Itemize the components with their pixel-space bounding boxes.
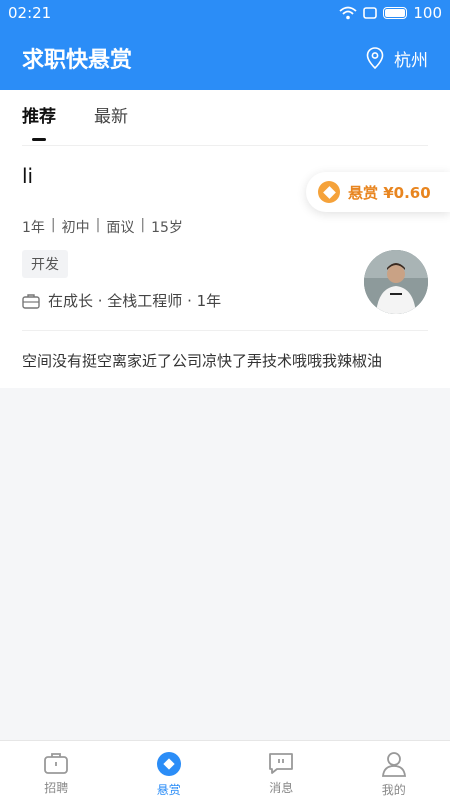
city-label: 杭州 bbox=[394, 50, 428, 71]
card-divider bbox=[22, 330, 428, 331]
job-feed: 推荐 最新 li 悬赏 ¥0.60 1年 | 初中 | 面议 | 15岁 开发 … bbox=[0, 90, 450, 388]
bounty-badge[interactable]: 悬赏 ¥0.60 bbox=[306, 172, 450, 212]
avatar-image bbox=[364, 250, 428, 314]
nav-label-recruit: 招聘 bbox=[44, 781, 69, 795]
tab-latest[interactable]: 最新 bbox=[94, 102, 128, 141]
work-experience-text: 在成长 · 全栈工程师 · 1年 bbox=[48, 292, 222, 310]
wifi-icon bbox=[339, 6, 357, 20]
job-description: 空间没有挺空离家近了公司凉快了弄技术哦哦我辣椒油 bbox=[22, 352, 383, 370]
work-experience: 在成长 · 全栈工程师 · 1年 bbox=[22, 290, 221, 311]
battery-icon bbox=[383, 7, 408, 19]
sim-icon bbox=[363, 7, 378, 19]
job-title[interactable]: li bbox=[22, 164, 33, 188]
app-title: 求职快悬赏 bbox=[22, 48, 133, 73]
meta-separator: | bbox=[140, 217, 146, 233]
status-time: 02:21 bbox=[8, 4, 52, 22]
meta-education: 初中 bbox=[61, 220, 90, 236]
nav-item-recruit[interactable]: 招聘 bbox=[0, 741, 113, 800]
meta-separator: | bbox=[95, 217, 101, 233]
meta-salary: 面议 bbox=[106, 220, 135, 236]
nav-label-bounty: 悬赏 bbox=[156, 783, 181, 797]
bounty-amount: 悬赏 ¥0.60 bbox=[348, 183, 431, 202]
bounty-coin-icon bbox=[318, 181, 340, 203]
city-selector[interactable]: 杭州 bbox=[366, 46, 428, 71]
feed-tabs: 推荐 最新 bbox=[22, 102, 128, 141]
profile-icon bbox=[381, 752, 406, 777]
skill-tag: 开发 bbox=[22, 250, 68, 278]
briefcase-icon bbox=[22, 293, 40, 309]
briefcase-icon bbox=[44, 753, 69, 774]
meta-separator: | bbox=[50, 217, 56, 233]
nav-item-profile[interactable]: 我的 bbox=[338, 741, 450, 800]
meta-experience: 1年 bbox=[22, 220, 45, 236]
app-header: 求职快悬赏 杭州 bbox=[0, 26, 450, 90]
nav-label-profile: 我的 bbox=[381, 783, 406, 797]
tab-divider bbox=[22, 145, 428, 146]
nav-item-bounty[interactable]: 悬赏 bbox=[113, 741, 226, 800]
tab-recommended[interactable]: 推荐 bbox=[22, 102, 56, 141]
status-bar: 02:21 100 bbox=[0, 0, 450, 26]
nav-label-messages: 消息 bbox=[269, 781, 294, 795]
bounty-icon bbox=[156, 752, 181, 776]
nav-item-messages[interactable]: 消息 bbox=[225, 741, 338, 800]
status-icons: 100 bbox=[339, 4, 442, 22]
job-meta: 1年 | 初中 | 面议 | 15岁 bbox=[22, 217, 183, 237]
battery-level: 100 bbox=[413, 4, 442, 22]
message-icon bbox=[269, 753, 294, 774]
location-pin-icon bbox=[366, 47, 384, 69]
meta-age: 15岁 bbox=[151, 220, 183, 236]
bottom-nav: 招聘 悬赏 消息 我的 bbox=[0, 740, 450, 800]
avatar[interactable] bbox=[364, 250, 428, 314]
